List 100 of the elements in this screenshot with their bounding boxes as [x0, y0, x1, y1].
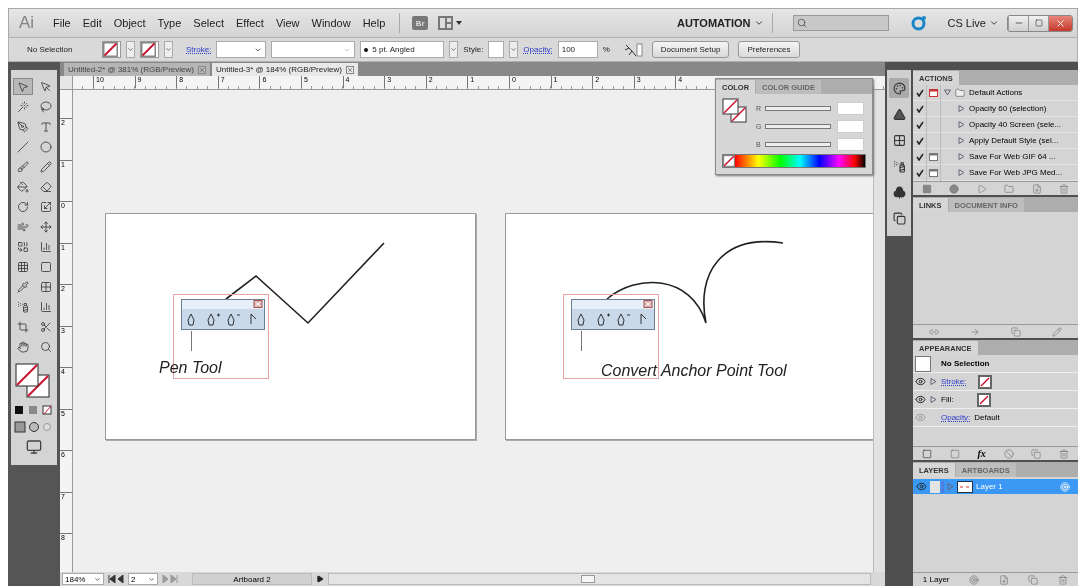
caret-icon[interactable] [754, 18, 765, 28]
slider-track[interactable] [765, 124, 832, 129]
close-button[interactable] [345, 65, 354, 74]
opacity-link[interactable]: Opacity: [523, 45, 553, 54]
menu-item[interactable]: Help [356, 17, 392, 29]
check-icon[interactable] [915, 152, 924, 161]
zoom-icon[interactable] [39, 340, 52, 353]
maximize-icon[interactable] [1034, 19, 1043, 27]
disclosure-icon[interactable] [958, 137, 965, 144]
disclosure-icon[interactable] [958, 105, 965, 112]
fill-stroke-icon[interactable] [722, 98, 748, 124]
delete-icon[interactable] [1059, 183, 1070, 194]
screen-mode-icon[interactable] [26, 439, 42, 455]
document-tab[interactable]: Untitled-2* @ 381% (RGB/Preview) [64, 63, 210, 76]
hand-icon[interactable] [16, 340, 29, 353]
rotate-icon[interactable] [16, 200, 29, 213]
zoom-field[interactable]: 184% [62, 573, 104, 585]
graph-icon[interactable] [39, 300, 52, 313]
previous-icon[interactable] [108, 575, 124, 583]
slider-track[interactable] [764, 142, 831, 147]
ellipse-icon[interactable] [39, 140, 52, 153]
eye-icon[interactable] [915, 394, 926, 405]
delete-icon[interactable] [1059, 448, 1070, 459]
opacity-field[interactable]: 100 [557, 41, 598, 58]
brush-field[interactable]: 5 pt. Angled [360, 41, 445, 58]
menu-item[interactable]: Object [107, 17, 152, 29]
menu-item[interactable]: File [47, 17, 77, 29]
eraser-icon[interactable] [39, 180, 52, 193]
lasso-icon[interactable] [39, 100, 52, 113]
menu-item[interactable]: Window [305, 17, 357, 29]
caret-icon[interactable] [148, 575, 155, 583]
close-icon[interactable] [1055, 17, 1066, 29]
pointer-icon[interactable] [16, 80, 29, 93]
disclosure-icon[interactable] [930, 378, 937, 385]
action-name[interactable]: Save For Web GIF 64 ... [969, 152, 1056, 161]
dialog-icon[interactable] [929, 88, 938, 97]
disclosure-icon[interactable] [944, 89, 951, 96]
check-icon[interactable] [915, 88, 924, 97]
ruler-corner[interactable] [60, 76, 73, 90]
disclosure-icon[interactable] [958, 169, 965, 176]
scrollbar[interactable] [873, 90, 885, 572]
eye-icon[interactable] [915, 376, 926, 387]
appearance-link[interactable]: Stroke: [941, 377, 967, 386]
tool-button[interactable] [12, 78, 33, 95]
color-mode-icon[interactable] [14, 405, 54, 415]
workspace-switcher[interactable]: AUTOMATION [676, 17, 765, 29]
fill-stroke-icon[interactable] [15, 363, 53, 399]
spray-icon[interactable] [16, 300, 29, 313]
mesh-icon[interactable] [16, 260, 29, 273]
transform-icon[interactable] [39, 220, 52, 233]
caret-icon[interactable] [989, 18, 999, 28]
check-icon[interactable] [915, 120, 924, 129]
minimize-button[interactable] [1008, 15, 1028, 31]
gradient-icon[interactable] [39, 260, 52, 273]
delete-icon[interactable] [1058, 574, 1069, 585]
scale-icon[interactable] [39, 200, 52, 213]
stroke-swatch[interactable] [140, 41, 159, 58]
cs-live-menu[interactable]: CS Live [947, 17, 999, 29]
action-name[interactable]: Default Actions [969, 88, 1023, 97]
disclosure-icon[interactable] [958, 153, 965, 160]
color-spectrum[interactable] [735, 155, 865, 167]
menu-item[interactable]: View [269, 17, 306, 29]
caret-icon[interactable] [127, 46, 134, 53]
stroke-link[interactable]: Stroke: [186, 45, 212, 54]
caret-icon[interactable] [165, 46, 172, 53]
sparkle-pointer-icon[interactable] [622, 42, 643, 57]
none-swatch[interactable] [977, 392, 992, 407]
caret-icon[interactable] [510, 46, 518, 53]
disclosure-icon[interactable] [958, 121, 965, 128]
target-icon[interactable] [1060, 481, 1070, 492]
pencil-icon[interactable] [39, 160, 52, 173]
document-tab[interactable]: Untitled-3* @ 184% (RGB/Preview) [211, 63, 358, 76]
search-icon[interactable] [797, 18, 808, 28]
chart-icon[interactable] [39, 240, 52, 253]
line-icon[interactable] [16, 140, 29, 153]
caret-icon[interactable] [94, 575, 101, 583]
caret-icon[interactable] [450, 46, 458, 53]
hollow-pointer-icon[interactable] [39, 80, 52, 93]
check-icon[interactable] [915, 104, 924, 113]
action-name[interactable]: Opacity 60 (selection) [969, 104, 1047, 113]
artboard-number-field[interactable]: 2 [128, 573, 158, 585]
toolbar-button[interactable]: Preferences [738, 41, 800, 58]
fill-swatch[interactable] [102, 41, 121, 58]
search-field[interactable] [793, 15, 890, 31]
action-name[interactable]: Apply Default Style (sel... [969, 136, 1059, 145]
check-icon[interactable] [915, 168, 924, 177]
slice-icon[interactable] [39, 320, 52, 333]
square-icon[interactable] [921, 448, 932, 459]
blend-icon[interactable] [39, 280, 52, 293]
action-name[interactable]: Opacity 40 Screen (sele... [969, 120, 1062, 129]
action-name[interactable]: Save For Web JPG Med... [969, 168, 1063, 177]
none-swatch[interactable] [978, 374, 993, 389]
draw-mode-icon[interactable] [14, 421, 54, 433]
menu-item[interactable]: Edit [76, 17, 108, 29]
slider-track[interactable] [765, 106, 832, 111]
menu-item[interactable]: Select [187, 17, 230, 29]
pen-icon[interactable] [16, 120, 29, 133]
maximize-button[interactable] [1028, 15, 1048, 31]
menu-item[interactable]: Effect [229, 17, 270, 29]
stroke-weight-field[interactable] [216, 41, 267, 58]
